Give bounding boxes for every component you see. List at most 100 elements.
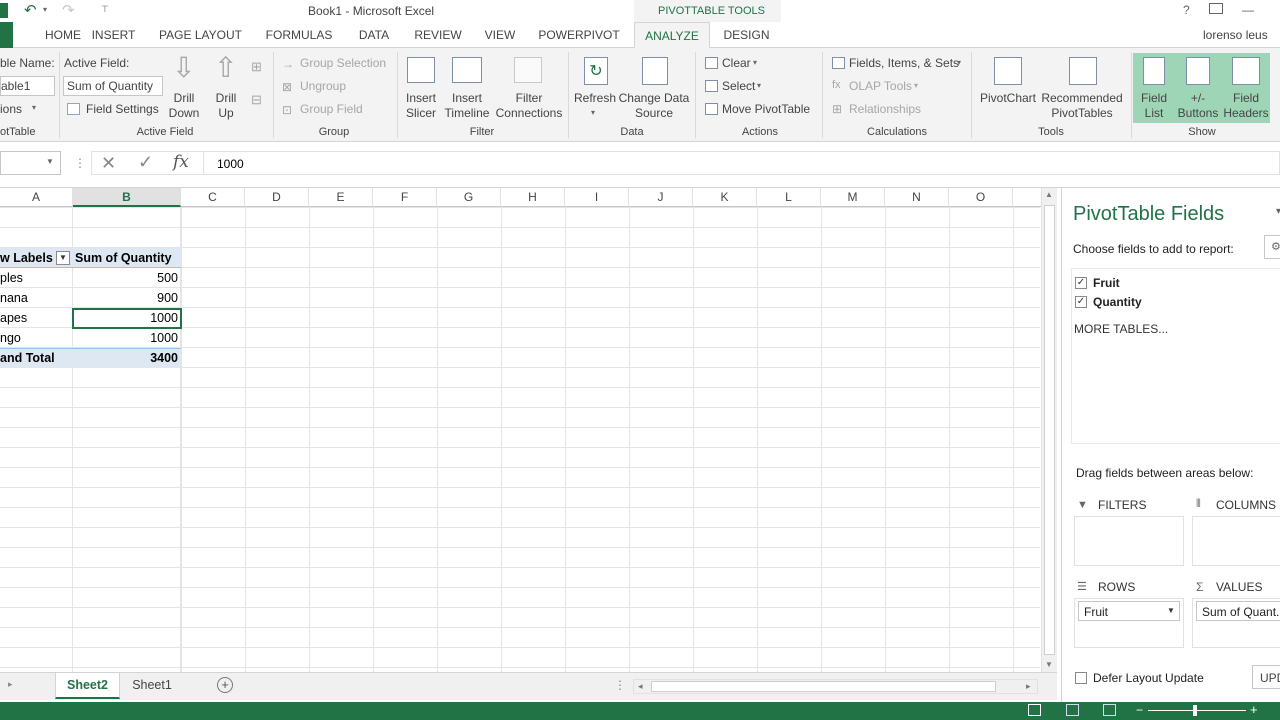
relationships-button[interactable]: Relationships [849,102,921,116]
formula-input[interactable]: 1000 [203,151,1280,175]
field-headers-button[interactable]: Field Headers [1222,91,1270,121]
pivot-grand-total-label[interactable]: and Total [0,348,70,368]
file-tab[interactable] [0,22,13,48]
options-dropdown-icon[interactable]: ▾ [32,103,36,112]
rows-field-dropdown-icon[interactable]: ▼ [1167,606,1175,615]
pivot-row-label[interactable]: ngo [0,328,70,348]
col-header-m[interactable]: M [821,188,885,207]
drill-up-button[interactable]: Drill Up [208,91,244,121]
pivot-row-label[interactable]: nana [0,288,70,308]
page-layout-view-icon[interactable] [1066,704,1079,716]
insert-slicer-button[interactable]: Insert Slicer [400,91,442,121]
filter-connections-button[interactable]: Filter Connections [494,91,564,121]
zoom-slider-track[interactable] [1148,710,1246,711]
pivot-row-labels-header[interactable]: w Labels [0,248,56,268]
pivot-sum-header[interactable]: Sum of Quantity [75,248,181,268]
field-list-button[interactable]: Field List [1134,91,1174,121]
undo-dropdown-icon[interactable]: ▾ [43,5,47,14]
normal-view-icon[interactable] [1028,704,1041,716]
col-header-e[interactable]: E [309,188,373,207]
pane-close-icon[interactable]: ▾ [1276,206,1280,217]
drill-down-button[interactable]: Drill Down [166,91,202,121]
col-header-n[interactable]: N [885,188,949,207]
sheet-tab-sheet2[interactable]: Sheet2 [55,673,120,699]
col-header-h[interactable]: H [501,188,565,207]
rows-field-fruit[interactable]: Fruit ▼ [1078,601,1180,621]
field-checkbox-fruit[interactable]: ✓ [1075,277,1087,289]
cancel-icon[interactable]: ✕ [101,153,116,174]
ribbon-display-icon[interactable] [1209,3,1223,14]
pivot-row-value[interactable]: 1000 [74,328,178,348]
scroll-left-icon[interactable]: ◂ [638,681,643,692]
columns-area[interactable] [1192,516,1280,566]
group-field-button[interactable]: Group Field [300,102,363,116]
olap-tools-button[interactable]: OLAP Tools [849,79,912,93]
scroll-right-icon[interactable]: ▸ [1026,681,1031,692]
user-name[interactable]: lorenso leus [1203,28,1268,42]
minimize-icon[interactable]: — [1242,3,1254,17]
field-name-fruit[interactable]: Fruit [1093,276,1120,290]
values-field-sum-of-quantity[interactable]: Sum of Quant... [1196,601,1280,621]
app-icon[interactable] [0,3,8,18]
tab-review[interactable]: REVIEW [410,22,466,48]
field-checkbox-quantity[interactable]: ✓ [1075,296,1087,308]
recommended-pivottables-button[interactable]: Recommended PivotTables [1037,91,1127,121]
tab-data[interactable]: DATA [350,22,398,48]
update-button[interactable]: UPD [1252,665,1280,689]
col-header-a[interactable]: A [0,188,73,207]
fields-items-sets-dropdown-icon[interactable]: ▾ [957,58,961,67]
sheet-nav-icon[interactable]: ▸ [8,679,13,690]
new-sheet-icon[interactable]: + [217,677,233,693]
enter-icon[interactable]: ✓ [138,152,153,173]
values-area[interactable]: Sum of Quant... [1192,598,1280,648]
rows-area[interactable]: Fruit ▼ [1074,598,1184,648]
tab-formulas[interactable]: FORMULAS [260,22,338,48]
plus-minus-buttons-button[interactable]: +/- Buttons [1175,91,1221,121]
defer-layout-checkbox[interactable] [1075,672,1087,684]
col-header-i[interactable]: I [565,188,629,207]
col-header-k[interactable]: K [693,188,757,207]
insert-function-icon[interactable]: fx [173,152,189,172]
col-header-b[interactable]: B [73,188,181,207]
scroll-up-icon[interactable]: ▲ [1045,190,1053,199]
scroll-down-icon[interactable]: ▼ [1045,660,1053,669]
col-header-g[interactable]: G [437,188,501,207]
qat-customize-icon[interactable]: ⊤ [101,4,109,15]
clear-dropdown-icon[interactable]: ▾ [753,58,757,67]
fields-items-sets-button[interactable]: Fields, Items, & Sets [849,56,959,70]
filters-area[interactable] [1074,516,1184,566]
name-box-dropdown-icon[interactable]: ▼ [46,157,54,166]
ungroup-button[interactable]: Ungroup [300,79,346,93]
col-header-d[interactable]: D [245,188,309,207]
select-button[interactable]: Select [722,79,755,93]
page-break-view-icon[interactable] [1103,704,1116,716]
refresh-dropdown-icon[interactable]: ▾ [591,108,595,117]
sheet-tab-sheet1[interactable]: Sheet1 [121,673,183,699]
tab-analyze[interactable]: ANALYZE [634,22,710,49]
change-data-source-button[interactable]: Change Data Source [618,91,690,121]
group-selection-button[interactable]: Group Selection [300,56,386,70]
move-pivottable-button[interactable]: Move PivotTable [722,102,810,116]
undo-icon[interactable]: ↶ [24,1,37,19]
scroll-thumb[interactable] [1044,205,1055,655]
pivot-row-label[interactable]: apes [0,308,70,328]
col-header-f[interactable]: F [373,188,437,207]
field-settings-button[interactable]: Field Settings [86,102,159,116]
pivotchart-button[interactable]: PivotChart [978,91,1038,106]
col-header-o[interactable]: O [949,188,1013,207]
refresh-button[interactable]: Refresh [572,91,618,106]
field-name-quantity[interactable]: Quantity [1093,295,1142,309]
horizontal-scrollbar[interactable]: ◂ ▸ [633,679,1038,694]
col-header-j[interactable]: J [629,188,693,207]
pivot-row-value-selected[interactable]: 1000 [74,308,178,328]
select-dropdown-icon[interactable]: ▾ [757,81,761,90]
pivottable-options-button[interactable]: ions [0,102,22,116]
tab-view[interactable]: VIEW [478,22,522,48]
tab-design[interactable]: DESIGN [712,22,781,48]
pivot-grand-total-value[interactable]: 3400 [74,348,178,368]
zoom-slider-thumb[interactable] [1193,705,1197,716]
pane-settings-button[interactable]: ⚙ [1264,235,1280,259]
tab-page-layout[interactable]: PAGE LAYOUT [153,22,248,48]
zoom-in-icon[interactable]: + [1250,702,1258,717]
active-field-input[interactable]: Sum of Quantity [63,76,163,96]
